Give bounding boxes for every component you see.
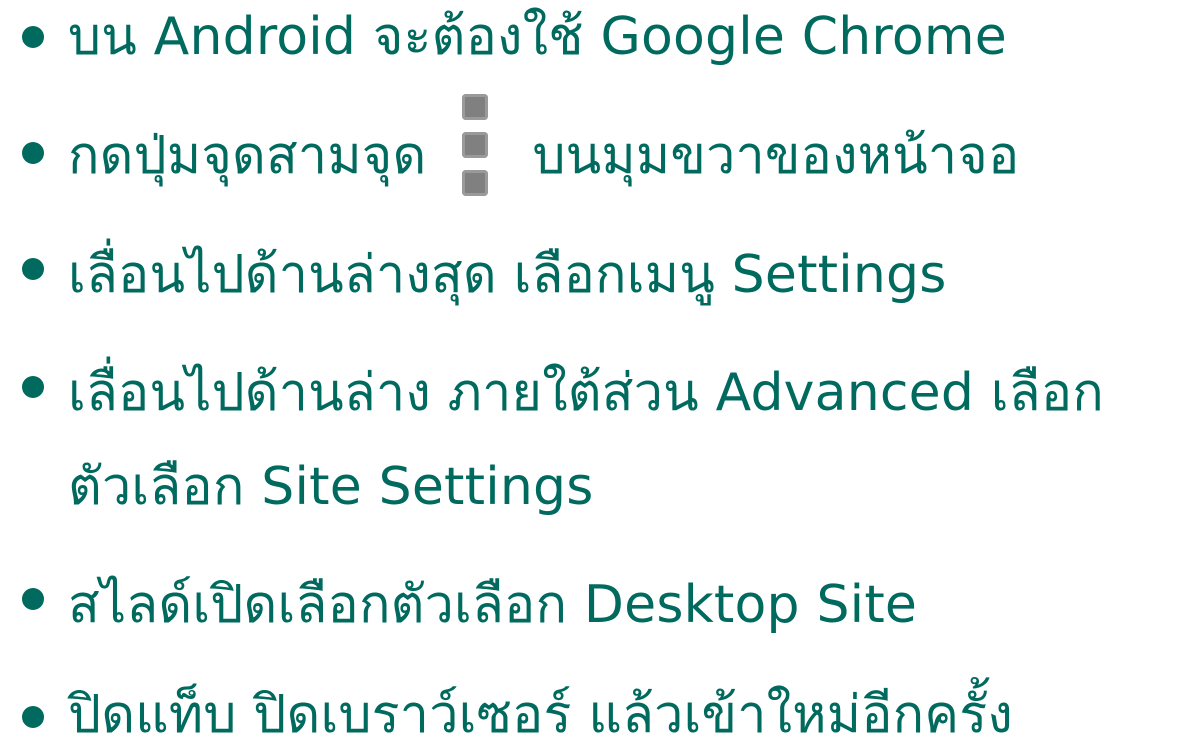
step-text-before: กดปุ่มจุดสามจุด [68,126,427,186]
step-text: ปิดแท็บ ปิดเบราว์เซอร์ แล้วเข้าใหม่อีกคร… [68,685,1014,745]
three-dots-vertical-icon [462,92,492,196]
instruction-list: บน Android จะต้องใช้ Google Chrome กดปุ่… [0,0,1178,749]
step-text: สไลด์เปิดเลือกตัวเลือก Desktop Site [68,575,918,635]
step-text: บน Android จะต้องใช้ Google Chrome [68,7,1007,67]
bullet [22,258,44,280]
bullet [22,706,44,728]
bullet [22,26,44,48]
bullet [22,142,44,164]
step-text: เลื่อนไปด้านล่างสุด เลือกเมนู Settings [68,245,947,305]
step-text-after: บนมุมขวาของหน้าจอ [532,126,1020,186]
bullet [22,376,44,398]
step-text-line-1: เลื่อนไปด้านล่าง ภายใต้ส่วน Advanced เลื… [68,363,1104,423]
step-text-line-2: ตัวเลือก Site Settings [68,457,594,517]
step-text: กดปุ่มจุดสามจุด บนมุมขวาของหน้าจอ [68,94,1020,196]
bullet [22,588,44,610]
